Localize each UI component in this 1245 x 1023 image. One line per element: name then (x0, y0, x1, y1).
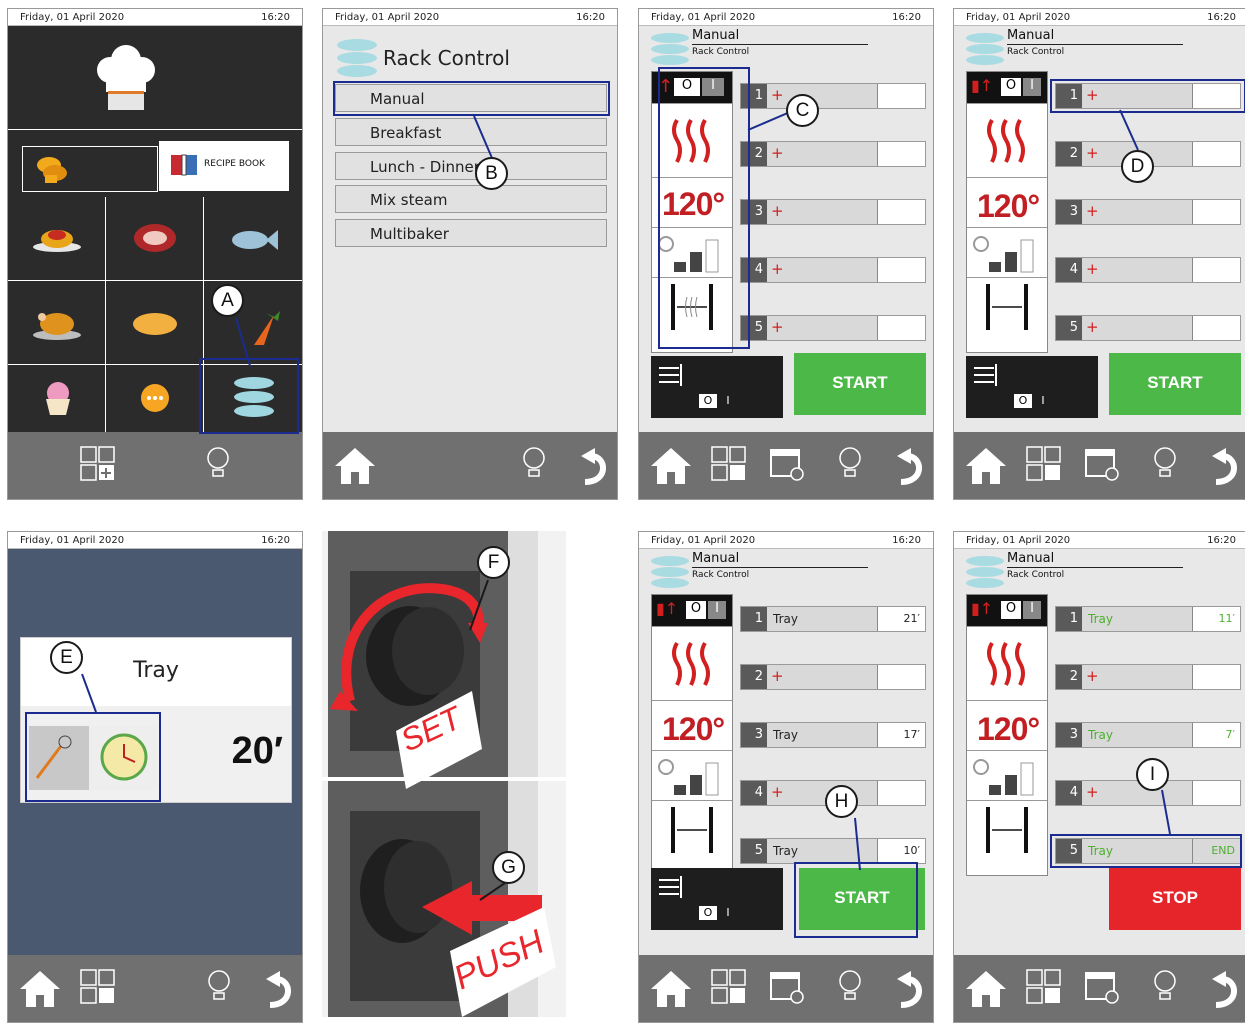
callout-i: I (1136, 758, 1169, 791)
callout-f: F (477, 546, 510, 579)
callout-g: G (492, 851, 525, 884)
callout-d: D (1121, 150, 1154, 183)
callout-c: C (786, 94, 819, 127)
callout-b: B (475, 157, 508, 190)
callout-leaders (81, 109, 1171, 901)
callout-a: A (211, 284, 244, 317)
callout-e: E (50, 641, 83, 674)
callout-h: H (825, 785, 858, 818)
